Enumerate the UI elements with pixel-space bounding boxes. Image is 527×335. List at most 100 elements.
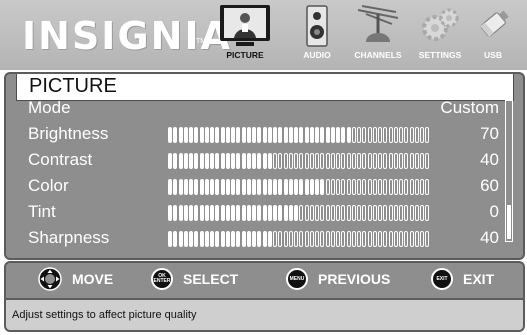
level-segment [404, 205, 409, 221]
level-segment [372, 231, 377, 247]
setting-label: Contrast [28, 150, 93, 169]
level-segment [183, 153, 188, 169]
level-segment [267, 179, 272, 195]
tab-settings[interactable]: SETTINGS [412, 4, 468, 66]
level-segment [409, 127, 414, 143]
level-segment [194, 153, 199, 169]
level-segment [267, 127, 272, 143]
level-bar[interactable] [168, 127, 431, 143]
level-segment [173, 153, 178, 169]
panel-title-box: PICTURE [16, 74, 514, 101]
level-segment [309, 231, 314, 247]
tab-usb[interactable]: USB [470, 4, 516, 66]
level-segment [409, 205, 414, 221]
level-segment [194, 205, 199, 221]
exit-icon-text: EXIT [436, 275, 448, 282]
level-segment [210, 127, 214, 143]
level-segment [346, 127, 351, 143]
level-segment [304, 179, 309, 195]
tab-channels[interactable]: CHANNELS [347, 4, 409, 66]
level-segment [393, 231, 398, 247]
level-segment [315, 127, 319, 143]
level-segment [204, 127, 209, 143]
level-segment [393, 179, 398, 195]
gears-icon [422, 8, 459, 41]
dpad-icon [38, 267, 62, 291]
level-segment [173, 127, 178, 143]
level-segment [178, 205, 183, 221]
level-bar[interactable] [168, 153, 431, 169]
level-segment [283, 127, 288, 143]
ok-enter-button-icon: OK ENTER [151, 268, 173, 290]
panel-title: PICTURE [29, 75, 117, 97]
level-segment [357, 127, 361, 143]
level-segment [393, 127, 398, 143]
level-segment [346, 153, 351, 169]
brand-logo: INSIGNIA [22, 14, 232, 58]
level-segment [252, 179, 256, 195]
level-segment [414, 231, 419, 247]
level-segment [420, 179, 424, 195]
previous-hint: MENU PREVIOUS [286, 263, 390, 295]
level-segment [273, 153, 277, 169]
level-segment [273, 127, 277, 143]
level-segment [357, 205, 361, 221]
level-segment [220, 127, 225, 143]
panel-scrollbar[interactable] [505, 100, 513, 242]
setting-row-brightness[interactable]: Brightness 70 [6, 124, 523, 150]
tab-audio[interactable]: AUDIO [299, 4, 335, 66]
level-segment [383, 153, 388, 169]
setting-value: 60 [480, 176, 499, 195]
level-segment [304, 127, 309, 143]
level-segment [372, 179, 377, 195]
level-segment [351, 153, 356, 169]
level-bar[interactable] [168, 205, 431, 221]
level-segment [409, 179, 414, 195]
level-segment [262, 179, 267, 195]
level-segment [425, 205, 430, 221]
level-segment [346, 179, 351, 195]
level-segment [231, 127, 235, 143]
tab-picture[interactable]: PICTURE [217, 4, 273, 66]
previous-label: PREVIOUS [318, 271, 391, 287]
usb-drive-icon [480, 10, 509, 38]
level-bar[interactable] [168, 179, 431, 195]
level-segment [283, 231, 288, 247]
setting-label: Brightness [28, 124, 109, 143]
setting-row-tint[interactable]: Tint 0 [6, 202, 523, 228]
level-segment [215, 153, 220, 169]
level-segment [267, 205, 272, 221]
setting-value: 40 [480, 150, 499, 169]
level-segment [220, 179, 225, 195]
level-segment [393, 205, 398, 221]
setting-row-color[interactable]: Color 60 [6, 176, 523, 202]
scrollbar-thumb[interactable] [507, 205, 511, 239]
level-segment [346, 205, 351, 221]
level-segment [420, 153, 424, 169]
level-segment [404, 231, 409, 247]
level-segment [220, 231, 225, 247]
level-segment [178, 231, 183, 247]
setting-row-sharpness[interactable]: Sharpness 40 [6, 228, 523, 254]
level-segment [257, 205, 262, 221]
setting-row-contrast[interactable]: Contrast 40 [6, 150, 523, 176]
level-segment [225, 179, 230, 195]
level-segment [278, 153, 283, 169]
level-segment [288, 127, 293, 143]
level-segment [378, 231, 382, 247]
level-segment [225, 231, 230, 247]
setting-row-mode[interactable]: Mode Custom [6, 98, 523, 124]
level-segment [330, 231, 335, 247]
level-segment [341, 153, 346, 169]
level-segment [378, 127, 382, 143]
level-segment [178, 179, 183, 195]
level-segment [320, 153, 325, 169]
tv-picture-icon [220, 5, 270, 46]
level-segment [388, 127, 393, 143]
level-segment [320, 179, 325, 195]
level-segment [288, 179, 293, 195]
level-bar[interactable] [168, 231, 431, 247]
move-hint: MOVE [38, 263, 113, 295]
level-segment [236, 205, 241, 221]
level-segment [362, 179, 367, 195]
